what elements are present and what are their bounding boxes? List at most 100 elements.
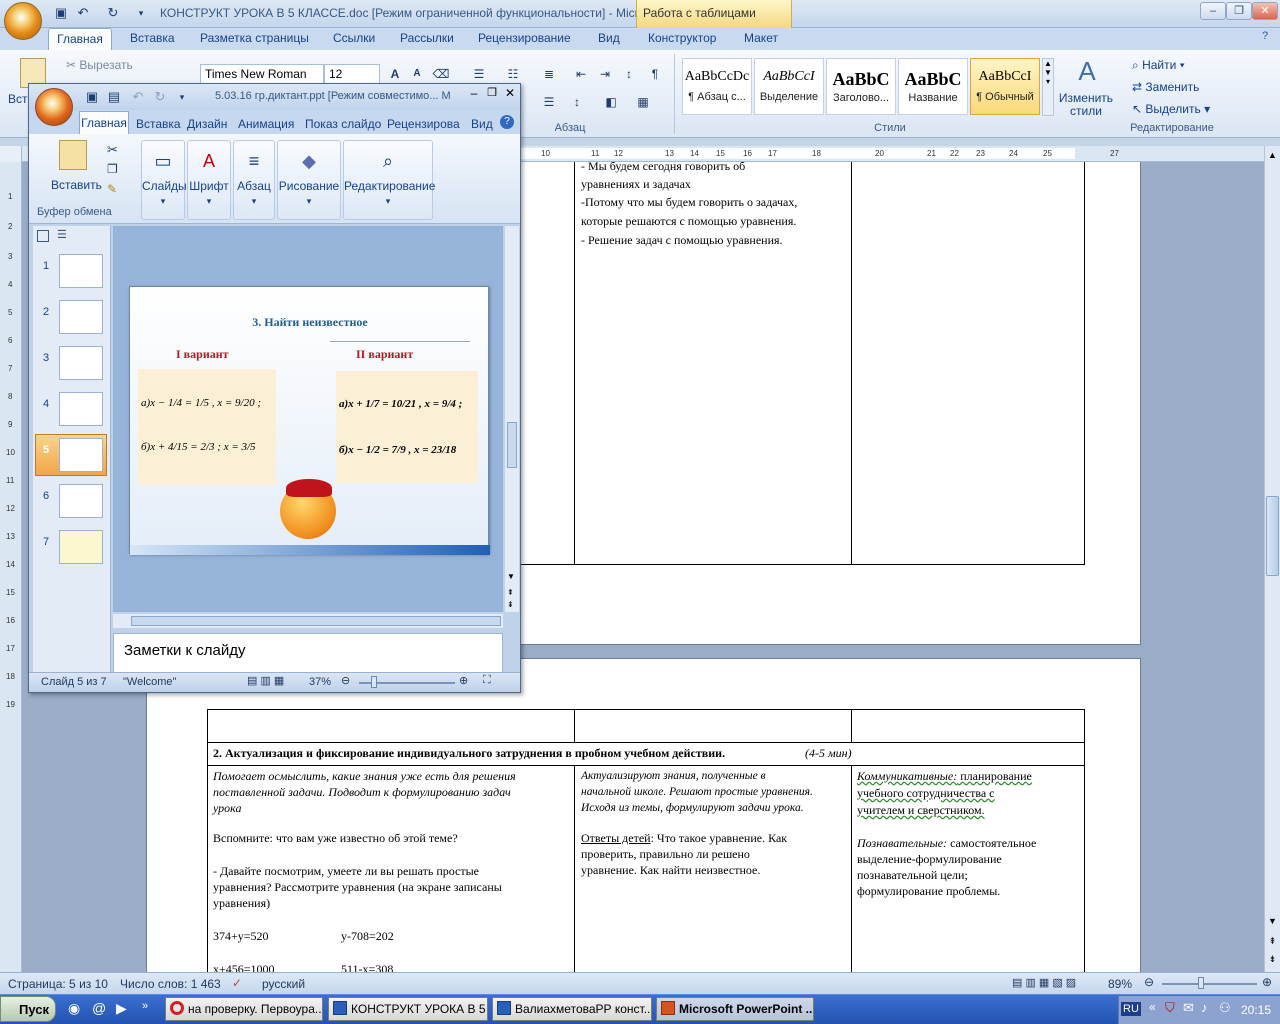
taskbar-item-opera[interactable]: на проверку. Первоура...	[165, 997, 323, 1021]
cell-text[interactable]: которые решаются с помощью уравнения.	[581, 213, 796, 230]
teacher-speech[interactable]: уравнения? Рассмотрите уравнения (на экр…	[213, 879, 502, 896]
tab-review[interactable]: Рецензирова	[387, 117, 460, 131]
fit-window-icon[interactable]: ⛶	[483, 674, 491, 687]
student-action[interactable]: Исходя из темы, формулируют задачи урока…	[581, 800, 804, 817]
redo-icon[interactable]: ↻	[104, 4, 122, 22]
next-page-icon[interactable]: ⇟	[1266, 954, 1279, 966]
paste-icon[interactable]	[59, 140, 87, 170]
shading-icon[interactable]: ◧	[600, 92, 622, 112]
redo-icon[interactable]: ↻	[151, 88, 169, 106]
qat-dropdown-icon[interactable]: ▾	[132, 4, 150, 22]
cell-text[interactable]: - Мы будем сегодня говорить об	[581, 162, 745, 175]
taskbar-item-word-2[interactable]: ВалиахметоваРР конст...	[492, 997, 652, 1021]
chrome-icon[interactable]: ◉	[68, 1000, 80, 1017]
teacher-action[interactable]: урока	[213, 800, 241, 817]
clear-format-icon[interactable]: ⌫	[430, 64, 452, 84]
increase-indent-icon[interactable]: ⇥	[594, 64, 616, 84]
cut-button[interactable]: ✂ Вырезать	[66, 58, 133, 72]
close-icon[interactable]: ✕	[503, 86, 517, 100]
slide-thumbnail-5[interactable]	[59, 438, 103, 472]
volume-icon[interactable]: ♪	[1201, 1000, 1208, 1015]
office-button[interactable]	[4, 2, 42, 40]
tab-view[interactable]: Вид	[471, 117, 493, 131]
borders-icon[interactable]: ▦	[632, 92, 654, 112]
slides-button[interactable]: ▭ Слайды ▾	[141, 140, 187, 220]
uud-cognitive[interactable]: выделение-формулирование	[857, 851, 1002, 868]
zoom-in-icon[interactable]: ⊕	[1262, 975, 1272, 989]
cell-text[interactable]: -Потому что мы будем говорить о задачах,	[581, 194, 797, 211]
variant-2-label[interactable]: II вариант	[356, 347, 413, 362]
language[interactable]: русский	[262, 977, 305, 991]
ppt-zoom-level[interactable]: 37%	[309, 676, 331, 688]
start-button[interactable]: Пуск	[0, 996, 56, 1022]
variant-2-equations[interactable]: а)x + 1/7 = 10/21 , x = 9/4 ; б)x − 1/2 …	[336, 371, 478, 483]
paste-button-label[interactable]: Вст	[8, 92, 28, 106]
tab-view[interactable]: Вид	[598, 31, 620, 45]
network-icon[interactable]: ⚇	[1219, 1000, 1231, 1016]
pilcrow-icon[interactable]: ¶	[644, 64, 666, 84]
numbering-icon[interactable]: ☷	[502, 64, 524, 84]
section-time[interactable]: (4-5 мин)	[805, 745, 852, 762]
tab-design[interactable]: Конструктор	[648, 31, 716, 45]
zoom-out-icon[interactable]: ⊖	[341, 674, 350, 687]
tab-home[interactable]: Главная	[48, 28, 112, 51]
select-button[interactable]: ↖ Выделить ▾	[1132, 102, 1210, 116]
mail-icon[interactable]: @	[92, 1000, 106, 1016]
slide-thumbnail-7[interactable]	[59, 530, 103, 564]
slide-thumbnail-3[interactable]	[59, 346, 103, 380]
teacher-speech[interactable]: уравнения)	[213, 895, 270, 912]
view-buttons[interactable]: ▤ ▥ ▦	[247, 674, 284, 687]
scroll-down-icon[interactable]: ▼	[507, 572, 515, 581]
view-buttons[interactable]: ▤ ▥ ▦ ▧ ▨	[1012, 976, 1076, 989]
notes-pane[interactable]: Заметки к слайду	[113, 633, 503, 673]
media-icon[interactable]: ▶	[116, 1000, 127, 1017]
zoom-out-icon[interactable]: ⊖	[1144, 975, 1154, 989]
children-answers[interactable]: Ответы детей: Что такое уравнение. Как	[581, 830, 787, 847]
taskbar-item-word-1[interactable]: КОНСТРУКТ УРОКА В 5 ...	[328, 997, 488, 1021]
tab-home[interactable]: Главная	[79, 111, 129, 135]
teacher-speech[interactable]: Вспомните: что вам уже известно об этой …	[213, 830, 458, 847]
equation[interactable]: 374+y=520	[213, 928, 269, 945]
slide-thumbnail-1[interactable]	[59, 254, 103, 288]
decrease-indent-icon[interactable]: ⇤	[570, 64, 592, 84]
line-spacing-icon[interactable]: ↕	[566, 92, 588, 112]
minimize-icon[interactable]: –	[467, 86, 481, 100]
teacher-action[interactable]: поставленной задачи. Подводит к формулир…	[213, 784, 511, 801]
student-action[interactable]: Актуализируют знания, полученные в	[581, 768, 766, 785]
theme-name[interactable]: "Welcome"	[123, 676, 176, 688]
prev-page-icon[interactable]: ⇞	[1266, 936, 1279, 948]
equation[interactable]: 511-x=308	[341, 961, 393, 972]
close-icon[interactable]: ✕	[1252, 2, 1278, 20]
scroll-thumb[interactable]	[1266, 496, 1279, 576]
shrink-font-icon[interactable]: A	[406, 64, 428, 84]
tab-page-layout[interactable]: Разметка страницы	[200, 31, 309, 45]
next-slide-icon[interactable]: ⇟	[507, 600, 514, 609]
tab-mailings[interactable]: Рассылки	[400, 31, 454, 45]
font-size-field[interactable]: 12	[324, 64, 380, 84]
quicklaunch-more-icon[interactable]: »	[142, 1000, 148, 1012]
teacher-speech[interactable]: - Давайте посмотрим, умеете ли вы решать…	[213, 863, 479, 880]
outline-tab-icon[interactable]: ☰	[57, 228, 67, 241]
uud-communicative[interactable]: учебного сотрудничества с	[857, 785, 995, 802]
style-emphasis[interactable]: AaBbCcI Выделение	[754, 58, 824, 115]
hscroll-thumb[interactable]	[131, 616, 501, 626]
children-answers[interactable]: уравнение. Как найти неизвестное.	[581, 862, 760, 879]
tab-layout[interactable]: Макет	[744, 31, 778, 45]
slides-panel[interactable]: ☰ 1 2 3 4 5 6 7	[33, 226, 111, 676]
tab-references[interactable]: Ссылки	[333, 31, 375, 45]
save-icon[interactable]: ▣	[83, 88, 101, 106]
uud-cognitive[interactable]: формулирование проблемы.	[857, 883, 1000, 900]
justify-icon[interactable]: ☰	[538, 92, 560, 112]
qat-dropdown-icon[interactable]: ▾	[173, 88, 191, 106]
scissors-icon[interactable]: ✂	[107, 142, 118, 158]
undo-icon[interactable]: ↶	[74, 4, 92, 22]
zoom-level[interactable]: 89%	[1108, 977, 1132, 991]
style-heading[interactable]: AaBbC Заголово...	[826, 58, 896, 115]
format-painter-icon[interactable]: ✎	[107, 182, 117, 196]
paste-button[interactable]: Вставить	[51, 178, 102, 192]
tab-selector-icon[interactable]	[0, 146, 22, 162]
slide-position[interactable]: Слайд 5 из 7	[41, 676, 107, 688]
slides-tab-icon[interactable]	[37, 230, 49, 242]
prev-slide-icon[interactable]: ⇞	[507, 588, 514, 597]
zoom-slider-thumb[interactable]	[371, 676, 377, 688]
